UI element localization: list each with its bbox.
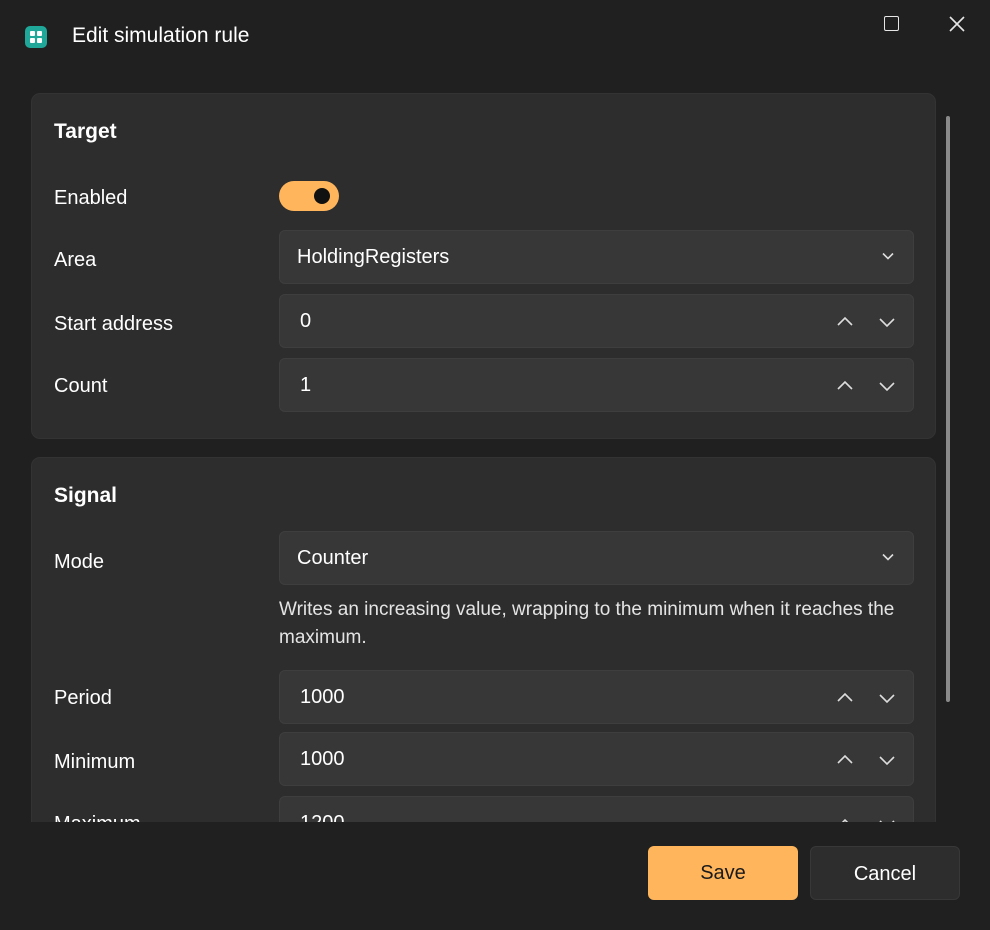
chevron-down-icon[interactable] bbox=[878, 689, 896, 707]
period-input[interactable]: 1000 bbox=[279, 670, 914, 724]
dialog-footer: Save Cancel bbox=[0, 822, 990, 930]
count-value: 1 bbox=[300, 374, 312, 396]
scroll-content: Target Enabled Area HoldingRegisters Sta… bbox=[31, 93, 936, 822]
maximum-label: Maximum bbox=[54, 813, 141, 822]
mode-label: Mode bbox=[54, 551, 105, 573]
period-value: 1000 bbox=[300, 686, 345, 708]
minimum-value: 1000 bbox=[300, 748, 345, 770]
chevron-up-icon[interactable] bbox=[836, 689, 854, 707]
chevron-up-icon[interactable] bbox=[836, 815, 854, 822]
signal-card: Signal Mode Counter Writes an increasing… bbox=[31, 457, 936, 822]
close-icon bbox=[949, 16, 965, 32]
minimum-label: Minimum bbox=[54, 751, 136, 773]
enabled-toggle[interactable] bbox=[279, 181, 339, 211]
chevron-down-icon[interactable] bbox=[878, 815, 896, 822]
maximize-icon bbox=[884, 16, 899, 31]
count-label: Count bbox=[54, 375, 108, 397]
enabled-label: Enabled bbox=[54, 187, 128, 209]
signal-title: Signal bbox=[54, 484, 118, 507]
start-address-label: Start address bbox=[54, 313, 173, 335]
toggle-knob bbox=[314, 188, 330, 204]
app-grid-icon bbox=[25, 26, 47, 48]
area-select[interactable]: HoldingRegisters bbox=[279, 230, 914, 284]
window-title: Edit simulation rule bbox=[72, 24, 250, 47]
area-value: HoldingRegisters bbox=[297, 246, 450, 268]
cancel-button[interactable]: Cancel bbox=[810, 846, 960, 900]
maximum-value: 1200 bbox=[300, 812, 345, 822]
mode-value: Counter bbox=[297, 547, 369, 569]
target-title: Target bbox=[54, 120, 117, 143]
chevron-down-icon[interactable] bbox=[878, 377, 896, 395]
start-address-input[interactable]: 0 bbox=[279, 294, 914, 348]
vertical-scrollbar[interactable] bbox=[946, 116, 950, 702]
mode-description: Writes an increasing value, wrapping to … bbox=[279, 599, 895, 648]
mode-select[interactable]: Counter bbox=[279, 531, 914, 585]
maximum-input[interactable]: 1200 bbox=[279, 796, 914, 822]
save-button[interactable]: Save bbox=[648, 846, 798, 900]
minimum-input[interactable]: 1000 bbox=[279, 732, 914, 786]
target-card: Target Enabled Area HoldingRegisters Sta… bbox=[31, 93, 936, 439]
chevron-down-icon bbox=[882, 252, 894, 260]
count-input[interactable]: 1 bbox=[279, 358, 914, 412]
chevron-up-icon[interactable] bbox=[836, 751, 854, 769]
chevron-up-icon[interactable] bbox=[836, 313, 854, 331]
chevron-down-icon[interactable] bbox=[878, 313, 896, 331]
close-button[interactable] bbox=[937, 10, 977, 38]
title-bar: Edit simulation rule bbox=[0, 0, 990, 72]
chevron-up-icon[interactable] bbox=[836, 377, 854, 395]
start-address-value: 0 bbox=[300, 310, 312, 332]
area-label: Area bbox=[54, 249, 97, 271]
chevron-down-icon[interactable] bbox=[878, 751, 896, 769]
maximize-button[interactable] bbox=[871, 10, 911, 38]
period-label: Period bbox=[54, 687, 112, 709]
chevron-down-icon bbox=[882, 553, 894, 561]
